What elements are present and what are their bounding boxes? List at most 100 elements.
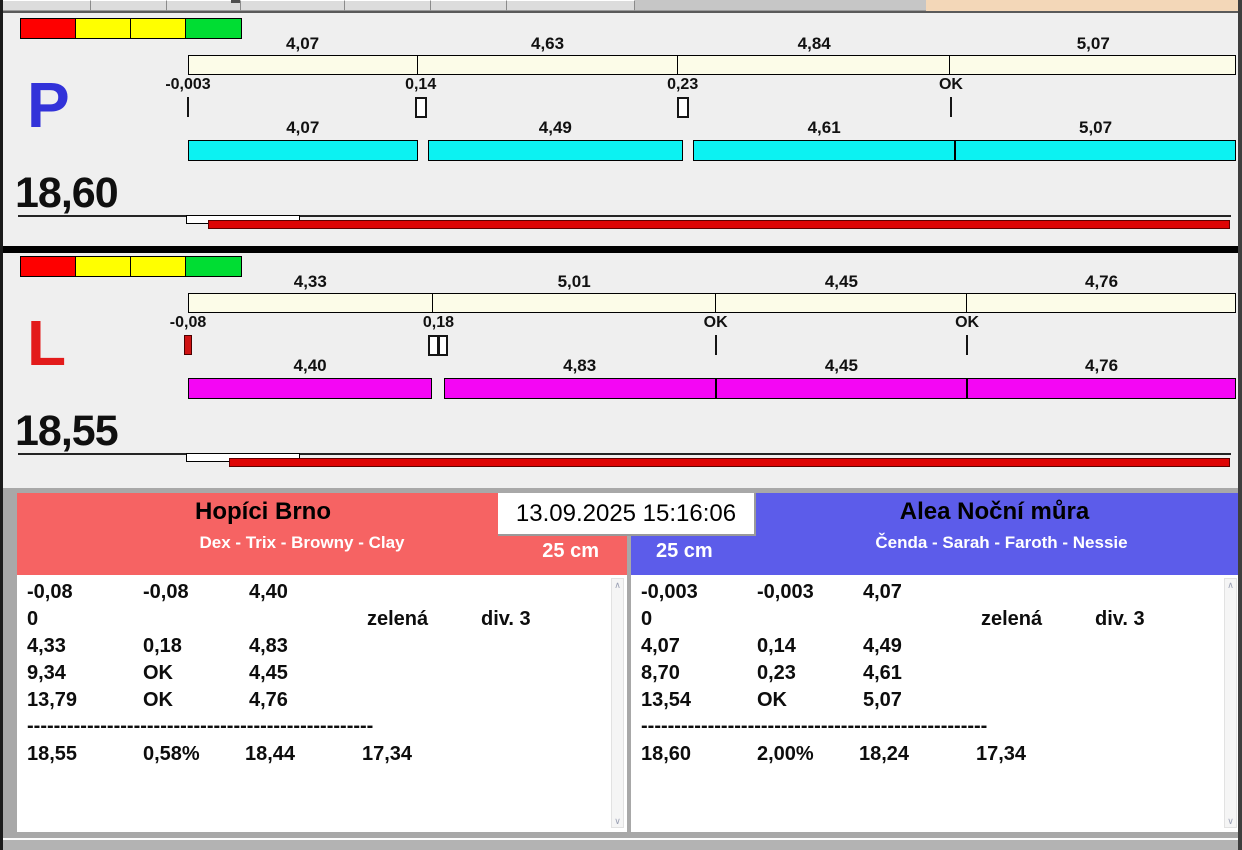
table-row: 8,70 0,23 4,61 <box>631 662 1220 687</box>
tick-marker-icon <box>187 97 189 117</box>
lane-p-progress-bar <box>208 220 1230 229</box>
cross-time-label: OK <box>703 314 728 331</box>
caret-mark-icon <box>231 0 240 3</box>
table-cell: zelená <box>981 608 1043 630</box>
legend-cell <box>76 19 131 38</box>
lane-divider <box>3 246 1238 253</box>
table-cell: 13,54 <box>641 689 692 711</box>
top-strip-segment[interactable] <box>431 0 507 11</box>
table-cell: 4,33 <box>27 635 66 657</box>
leg-bar-segment <box>427 140 683 161</box>
split-time-label: 4,76 <box>1084 272 1119 291</box>
leg-bar-segment <box>693 140 956 161</box>
table-cell: OK <box>143 689 173 711</box>
top-strip-segment[interactable] <box>91 0 167 11</box>
table-cell: 4,07 <box>641 635 680 657</box>
top-strip-segment[interactable] <box>241 0 345 11</box>
top-strip-segment[interactable] <box>167 0 241 11</box>
table-cell: OK <box>143 662 173 684</box>
scroll-down-icon[interactable]: ∨ <box>1225 816 1236 826</box>
scroll-up-icon[interactable]: ∧ <box>1225 580 1236 590</box>
top-strip-peach <box>926 0 1238 11</box>
table-cell: zelená <box>367 608 429 630</box>
table-total-cell: 17,34 <box>362 743 413 765</box>
team-panel-left: Hopíci Brno Dex - Trix - Browny - Clay 2… <box>17 493 627 832</box>
cross-time-label: OK <box>955 314 980 331</box>
cross-time-label: 0,23 <box>667 76 699 93</box>
leg-bar-segment <box>443 378 716 399</box>
lane-l-split-bar <box>188 293 1236 313</box>
table-cell: 4,83 <box>249 635 288 657</box>
lane-l-cross-markers <box>184 335 1236 357</box>
split-time-label: 4,33 <box>293 272 327 291</box>
legend-cell <box>131 257 186 276</box>
table-cell: 4,45 <box>249 662 288 684</box>
lane-l: L 18,55 4,33 5,01 4,45 4,76 -0,08 0,18 OK OK 4… <box>3 253 1238 488</box>
table-cell: 0,18 <box>143 635 182 657</box>
table-total-cell: 0,58% <box>143 743 200 765</box>
table-cell: 4,61 <box>863 662 902 684</box>
table-row: 13,54 OK 5,07 <box>631 689 1220 714</box>
split-bar-segment <box>418 56 678 74</box>
split-bar-segment <box>678 56 951 74</box>
table-total-cell: 18,60 <box>641 743 692 765</box>
top-strip-segment[interactable] <box>3 0 91 11</box>
table-row: -0,08 -0,08 4,40 <box>17 581 607 606</box>
table-separator: ----------------------------------------… <box>641 715 988 737</box>
leg-bar-segment <box>188 378 433 399</box>
table-total-cell: 17,34 <box>976 743 1027 765</box>
split-time-label: 4,84 <box>797 34 831 53</box>
table-cell: -0,003 <box>757 581 814 603</box>
table-cell: 8,70 <box>641 662 680 684</box>
lane-l-leg-labels: 4,40 4,83 4,45 4,76 <box>188 356 1236 375</box>
box-marker-icon <box>414 97 427 118</box>
datetime-display: 13.09.2025 15:16:06 <box>498 493 756 536</box>
lane-p-letter: P <box>27 69 70 141</box>
box-marker-icon <box>438 335 449 356</box>
team-left-results: ∧ ∨ -0,08 -0,08 4,40 0 zelená div. 3 4,33 0,18 4… <box>17 575 627 832</box>
scroll-up-icon[interactable]: ∧ <box>612 580 623 590</box>
team-right-dogs: Čenda - Sarah - Faroth - Nessie <box>875 533 1128 552</box>
app-window: P 18,60 4,07 4,63 4,84 5,07 -0,003 0,14 0,23 O… <box>0 0 1242 850</box>
split-bar-segment <box>716 294 967 312</box>
lane-p-total-time: 18,60 <box>15 169 119 217</box>
split-bar-segment <box>189 56 418 74</box>
table-total-cell: 2,00% <box>757 743 814 765</box>
table-totals-row: 18,60 2,00% 18,24 17,34 <box>631 743 1220 768</box>
scoreboard: Hopíci Brno Dex - Trix - Browny - Clay 2… <box>3 488 1238 838</box>
top-strip-filler <box>635 0 926 11</box>
box-marker-icon <box>676 97 689 118</box>
split-time-label: 4,63 <box>531 34 565 53</box>
scroll-down-icon[interactable]: ∨ <box>612 816 623 826</box>
team-right-category: 25 cm <box>656 540 713 562</box>
cross-time-label: 0,18 <box>422 314 455 331</box>
lane-p-cross-labels: -0,003 0,14 0,23 OK <box>165 76 1236 94</box>
top-strip-segment[interactable] <box>345 0 431 11</box>
legend-cell <box>131 19 186 38</box>
cross-time-label: 0,14 <box>405 76 437 93</box>
table-totals-row: 18,55 0,58% 18,44 17,34 <box>17 743 607 768</box>
cross-time-label: -0,003 <box>165 76 211 93</box>
lane-l-cross-labels: -0,08 0,18 OK OK <box>170 314 1236 332</box>
team-right-scrollbar[interactable]: ∧ ∨ <box>1224 578 1237 828</box>
team-panel-right: Alea Noční můra Čenda - Sarah - Faroth -… <box>631 493 1238 832</box>
table-cell: 13,79 <box>27 689 78 711</box>
lane-p-bars: 4,07 4,63 4,84 5,07 -0,003 0,14 0,23 OK 4,07 4,… <box>165 15 1236 246</box>
table-total-cell: 18,44 <box>245 743 296 765</box>
double-box-marker-icon <box>428 335 449 356</box>
split-bar-segment <box>950 56 1235 74</box>
team-left-scrollbar[interactable]: ∧ ∨ <box>611 578 624 828</box>
split-time-label: 5,01 <box>557 272 591 291</box>
tick-marker-icon <box>966 335 969 355</box>
leg-bar-segment <box>188 140 418 161</box>
top-strip-segment[interactable] <box>507 0 635 11</box>
table-cell: div. 3 <box>1095 608 1145 630</box>
table-cell: -0,08 <box>27 581 73 603</box>
lane-p-split-bar <box>188 55 1236 75</box>
red-tick-marker-icon <box>184 335 192 355</box>
footer-strip <box>3 838 1238 850</box>
table-cell: 4,76 <box>249 689 288 711</box>
legend-cell <box>76 257 131 276</box>
lane-l-total-time: 18,55 <box>15 407 119 455</box>
leg-time-label: 4,40 <box>293 356 327 375</box>
